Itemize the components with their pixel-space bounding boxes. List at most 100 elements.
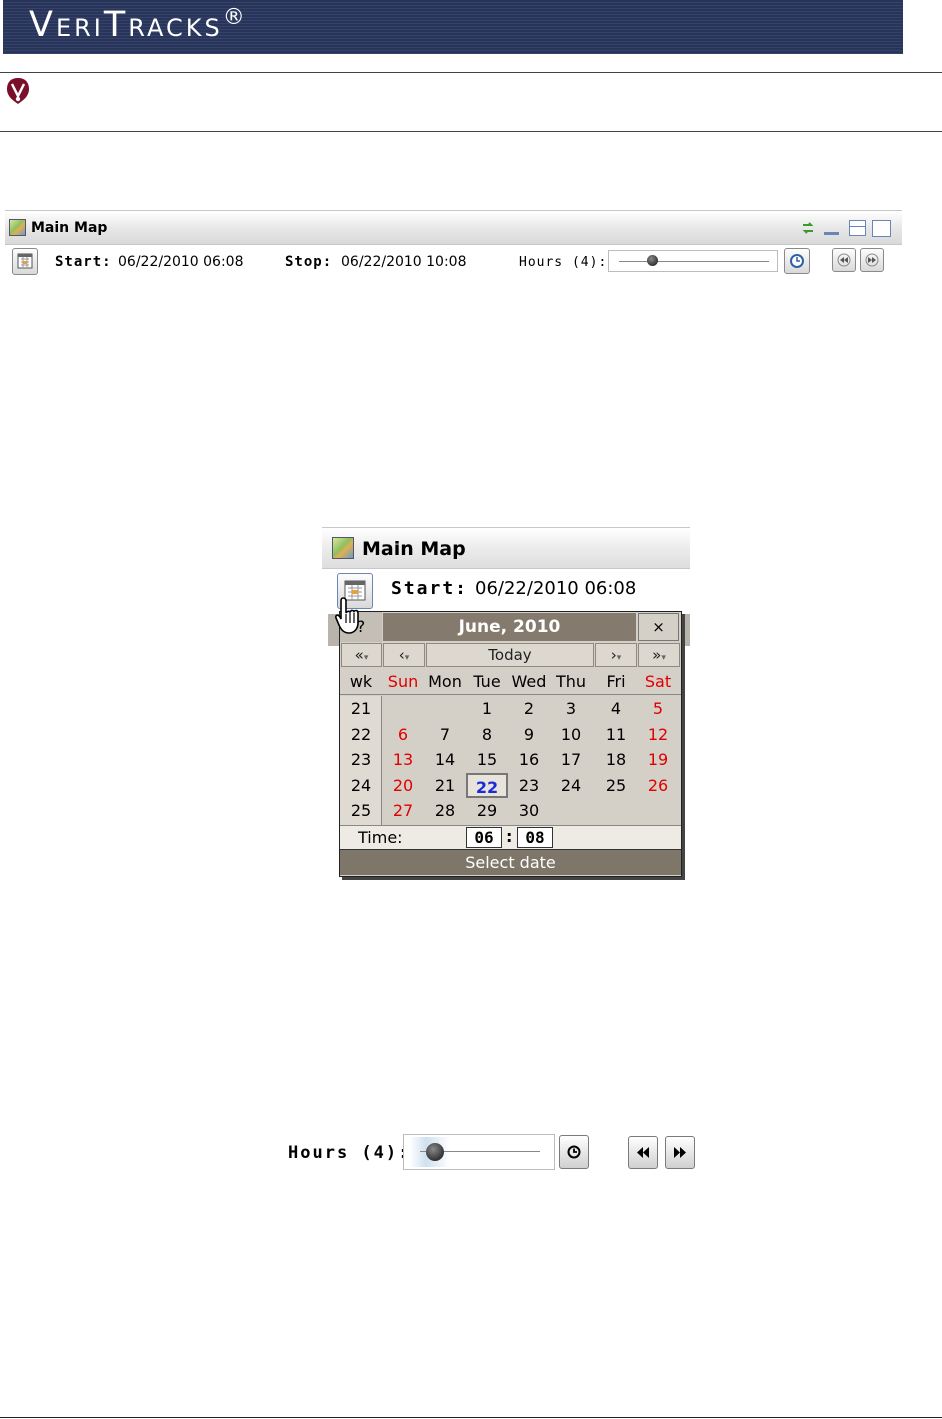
hours-slider[interactable] <box>608 250 778 272</box>
calendar-button[interactable] <box>12 248 38 275</box>
time-range-bar: Start: 06/22/2010 06:08 Stop: 06/22/2010… <box>5 244 902 275</box>
today-button[interactable]: Today <box>426 643 594 667</box>
week-number: 23 <box>350 750 372 770</box>
day-cell[interactable]: 27 <box>382 798 424 823</box>
day-cell[interactable]: 1 <box>466 696 508 721</box>
next-year-button[interactable]: »▾ <box>638 643 680 667</box>
weekday-header: Thu <box>555 672 587 691</box>
main-map-toolbar: Main Map Start: 06/22/2010 06:08 Stop: 0… <box>5 207 902 275</box>
weekday-header: Mon <box>428 672 462 691</box>
day-cell[interactable]: 3 <box>550 696 592 721</box>
hours-zoom-panel: Hours (4): <box>286 1132 706 1172</box>
start-label: Start: <box>55 254 112 270</box>
weekday-header: Tue <box>473 672 501 691</box>
day-cell[interactable]: 16 <box>508 747 550 772</box>
zoom-fast-forward-button[interactable] <box>665 1136 695 1169</box>
time-minute-field[interactable]: 08 <box>517 827 553 848</box>
clock-icon <box>567 1145 581 1159</box>
clock-icon <box>790 254 804 268</box>
day-cell[interactable]: 21 <box>424 773 466 798</box>
weekday-header: Fri <box>606 672 626 691</box>
zoom-hours-slider[interactable] <box>403 1134 555 1170</box>
prev-year-button[interactable]: «▾ <box>341 643 382 667</box>
day-cell[interactable]: 13 <box>382 747 424 772</box>
warning-icon <box>7 78 29 104</box>
divider-top <box>0 72 942 73</box>
fast-forward-icon <box>865 253 879 267</box>
day-cell[interactable]: 29 <box>466 798 508 823</box>
rewind-button[interactable] <box>832 248 856 272</box>
divider-bottom <box>0 131 942 132</box>
calendar-month-title: June, 2010 <box>383 613 636 641</box>
day-cell[interactable]: 30 <box>508 798 550 823</box>
slider-knob[interactable] <box>647 255 658 266</box>
zoom-main-map-title: Main Map <box>362 538 466 560</box>
day-cell[interactable]: 20 <box>382 773 424 798</box>
day-cell[interactable]: 14 <box>424 747 466 772</box>
day-cell[interactable]: 15 <box>466 747 508 772</box>
day-cell[interactable]: 19 <box>637 747 679 772</box>
clock-button[interactable] <box>784 248 810 274</box>
main-map-title: Main Map <box>31 220 108 236</box>
day-cell[interactable]: 26 <box>637 773 679 798</box>
calendar-weekday-header: wk Sun Mon Tue Wed Thu Fri Sat <box>340 669 681 695</box>
veritracks-banner: VERITRACKS® <box>3 0 903 54</box>
refresh-icon[interactable] <box>801 221 815 235</box>
day-cell[interactable]: 25 <box>595 773 637 798</box>
calendar-icon <box>17 253 33 269</box>
select-date-status[interactable]: Select date <box>340 849 681 875</box>
hand-cursor-icon <box>335 597 359 634</box>
restore-icon[interactable] <box>849 220 866 236</box>
map-icon <box>332 537 354 559</box>
zoom-start-value: 06/22/2010 06:08 <box>475 578 637 599</box>
weekday-header: Wed <box>511 672 547 691</box>
fast-forward-button[interactable] <box>860 248 884 272</box>
page-bottom-rule <box>0 1417 942 1418</box>
day-cell[interactable]: 2 <box>508 696 550 721</box>
zoom-clock-button[interactable] <box>559 1135 589 1169</box>
day-cell[interactable]: 12 <box>637 722 679 747</box>
zoom-main-map-header: Main Map <box>322 527 690 569</box>
day-cell[interactable]: 9 <box>508 722 550 747</box>
start-value: 06/22/2010 06:08 <box>118 254 244 270</box>
next-month-button[interactable]: ›▾ <box>595 643 637 667</box>
day-cell[interactable]: 8 <box>466 722 508 747</box>
calendar-title-row: ? June, 2010 × <box>340 612 681 642</box>
day-cell[interactable]: 5 <box>637 696 679 721</box>
weekday-header: Sun <box>387 672 419 691</box>
day-cell[interactable]: 28 <box>424 798 466 823</box>
hours-label: Hours (4): <box>519 255 608 270</box>
day-cell[interactable]: 10 <box>550 722 592 747</box>
slider-knob[interactable] <box>426 1143 444 1161</box>
calendar-close-button[interactable]: × <box>638 613 679 641</box>
week-number: 22 <box>350 724 372 744</box>
selected-day-cell[interactable]: 22 <box>466 772 508 798</box>
date-picker-popup: ? June, 2010 × «▾ ‹▾ Today ›▾ »▾ wk Sun … <box>339 611 682 877</box>
minimize-icon[interactable] <box>824 232 839 235</box>
day-cell[interactable]: 11 <box>595 722 637 747</box>
weekday-header: Sat <box>644 672 672 691</box>
calendar-navigation: «▾ ‹▾ Today ›▾ »▾ <box>340 643 681 668</box>
day-cell[interactable]: 23 <box>508 773 550 798</box>
day-cell[interactable]: 24 <box>550 773 592 798</box>
zoom-start-label: Start: <box>391 578 469 599</box>
maximize-icon[interactable] <box>872 220 891 237</box>
week-number-header: wk <box>349 672 373 691</box>
time-label: Time: <box>358 828 403 847</box>
time-hour-field[interactable]: 06 <box>466 827 502 848</box>
map-icon <box>9 219 26 236</box>
day-cell[interactable]: 7 <box>424 722 466 747</box>
stop-value: 06/22/2010 10:08 <box>341 254 467 270</box>
calendar-time-row: Time: 06 : 08 <box>340 825 681 849</box>
slider-track <box>619 261 769 262</box>
day-cell[interactable]: 4 <box>595 696 637 721</box>
fast-forward-icon <box>674 1147 686 1158</box>
stop-label: Stop: <box>285 254 333 270</box>
zoom-rewind-button[interactable] <box>628 1136 658 1169</box>
day-cell[interactable]: 17 <box>550 747 592 772</box>
prev-month-button[interactable]: ‹▾ <box>383 643 425 667</box>
rewind-icon <box>637 1147 649 1158</box>
day-cell[interactable]: 18 <box>595 747 637 772</box>
zoom-hours-label: Hours (4): <box>288 1143 411 1163</box>
day-cell[interactable]: 6 <box>382 722 424 747</box>
